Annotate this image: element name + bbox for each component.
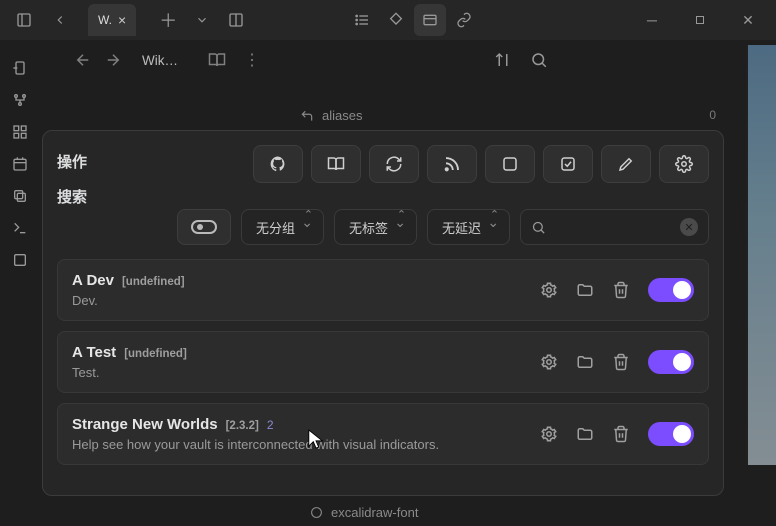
- pencil-icon[interactable]: [601, 145, 651, 183]
- rail-terminal-icon[interactable]: [12, 220, 28, 236]
- item-trash-icon[interactable]: [612, 281, 630, 299]
- search-icon: [531, 220, 546, 235]
- plugin-item[interactable]: A Test [undefined] Test.: [57, 331, 709, 393]
- maximize-button[interactable]: [680, 4, 720, 36]
- aliases-label: aliases: [322, 108, 362, 123]
- book-icon[interactable]: [208, 51, 226, 69]
- more-icon[interactable]: ⋮: [244, 50, 260, 70]
- list-icon[interactable]: [346, 4, 378, 36]
- aliases-label-row: aliases: [300, 108, 362, 123]
- item-enable-toggle[interactable]: [648, 422, 694, 446]
- rail-copy-icon[interactable]: [12, 188, 28, 204]
- left-panel-icon[interactable]: [8, 4, 40, 36]
- checkbox-icon[interactable]: [543, 145, 593, 183]
- item-folder-icon[interactable]: [576, 281, 594, 299]
- plugin-version-tag: [undefined]: [122, 276, 185, 288]
- search-icon[interactable]: [530, 51, 548, 69]
- book-open-icon[interactable]: [311, 145, 361, 183]
- forward-button[interactable]: [104, 51, 122, 69]
- rss-icon[interactable]: [427, 145, 477, 183]
- rail-calendar-icon[interactable]: [12, 156, 28, 172]
- filter-toggle[interactable]: [177, 209, 231, 245]
- rail-box-icon[interactable]: [12, 252, 28, 268]
- link-icon[interactable]: [448, 4, 480, 36]
- plugin-version-tag: [2.3.2]: [226, 420, 259, 432]
- new-tab-icon[interactable]: ＋: [152, 4, 184, 36]
- search-input[interactable]: ✕: [520, 209, 709, 245]
- clear-search-icon[interactable]: ✕: [680, 218, 698, 236]
- panel-split-icon[interactable]: [220, 4, 252, 36]
- close-window-button[interactable]: ✕: [728, 4, 768, 36]
- group-select[interactable]: 无分组: [241, 209, 324, 245]
- section-search-label: 搜索: [57, 186, 107, 207]
- bottom-tag-row: excalidraw-font: [310, 505, 418, 520]
- plugin-item[interactable]: Strange New Worlds [2.3.2] 2 Help see ho…: [57, 403, 709, 465]
- aliases-count: 0: [709, 108, 716, 122]
- chevron-left-icon[interactable]: [44, 4, 76, 36]
- tag-icon[interactable]: [380, 4, 412, 36]
- plugin-update-badge: 2: [267, 418, 274, 432]
- item-folder-icon[interactable]: [576, 353, 594, 371]
- sort-icon[interactable]: [494, 51, 512, 69]
- item-enable-toggle[interactable]: [648, 350, 694, 374]
- item-trash-icon[interactable]: [612, 425, 630, 443]
- plugin-item[interactable]: A Dev [undefined] Dev.: [57, 259, 709, 321]
- item-gear-icon[interactable]: [540, 281, 558, 299]
- bottom-tag-label: excalidraw-font: [331, 505, 418, 520]
- square-icon[interactable]: [485, 145, 535, 183]
- archive-icon[interactable]: [414, 4, 446, 36]
- plugin-version-tag: [undefined]: [124, 348, 187, 360]
- tab-dropdown-icon[interactable]: [186, 4, 218, 36]
- plugin-desc: Help see how your vault is interconnecte…: [72, 437, 540, 452]
- rail-grid-icon[interactable]: [12, 124, 28, 140]
- github-icon[interactable]: [253, 145, 303, 183]
- item-gear-icon[interactable]: [540, 425, 558, 443]
- rail-branch-icon[interactable]: [12, 92, 28, 108]
- item-folder-icon[interactable]: [576, 425, 594, 443]
- delay-select[interactable]: 无延迟: [427, 209, 510, 245]
- tab-label: W.: [98, 13, 112, 27]
- tab-close-icon[interactable]: ×: [118, 12, 126, 28]
- plugin-modal: 操作 搜索 无分组 无标签 无延迟 ✕: [42, 130, 724, 496]
- plugin-title: A Test: [72, 344, 116, 361]
- left-rail: [0, 42, 40, 268]
- minimize-button[interactable]: ─: [632, 4, 672, 36]
- item-trash-icon[interactable]: [612, 353, 630, 371]
- active-tab[interactable]: W. ×: [88, 4, 136, 36]
- plugin-title: A Dev: [72, 272, 114, 289]
- rail-insert-icon[interactable]: [12, 60, 28, 76]
- back-button[interactable]: [74, 51, 92, 69]
- right-side-panel: [746, 45, 776, 465]
- tag-select[interactable]: 无标签: [334, 209, 417, 245]
- item-gear-icon[interactable]: [540, 353, 558, 371]
- gear-icon[interactable]: [659, 145, 709, 183]
- plugin-title: Strange New Worlds: [72, 416, 218, 433]
- plugin-desc: Test.: [72, 365, 540, 380]
- section-action-label: 操作: [57, 151, 107, 172]
- plugin-list: A Dev [undefined] Dev. A Test [undefined…: [57, 259, 709, 465]
- plugin-desc: Dev.: [72, 293, 540, 308]
- breadcrumb[interactable]: Wik…: [142, 53, 178, 68]
- item-enable-toggle[interactable]: [648, 278, 694, 302]
- refresh-icon[interactable]: [369, 145, 419, 183]
